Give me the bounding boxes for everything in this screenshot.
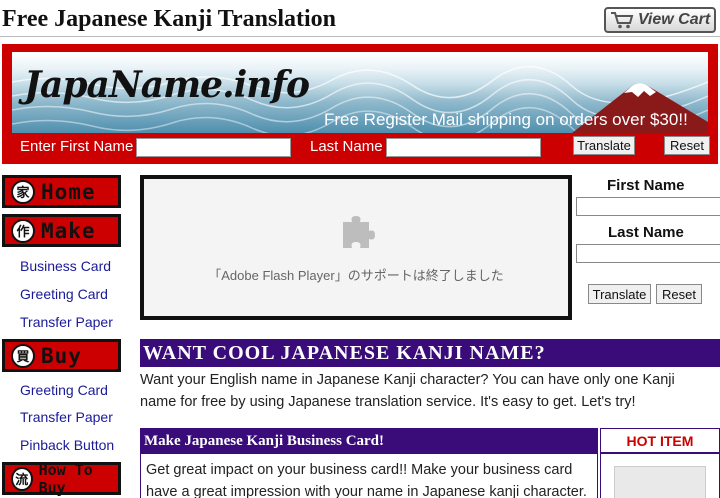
banner-translate-button[interactable]: Translate	[573, 136, 635, 155]
nav-home-label: Home	[41, 179, 96, 204]
want-kanji-description: Want your English name in Japanese Kanji…	[140, 369, 700, 413]
nav-link-make-transfer-paper[interactable]: Transfer Paper	[20, 314, 113, 330]
banner-first-name-input[interactable]	[136, 138, 291, 157]
nav-link-make-business-card[interactable]: Business Card	[20, 258, 111, 274]
page-title: Free Japanese Kanji Translation	[2, 6, 337, 32]
flash-plugin-placeholder: 「Adobe Flash Player」のサポートは終了しました	[140, 175, 572, 320]
nav-link-buy-transfer-paper[interactable]: Transfer Paper	[20, 409, 113, 425]
banner-last-name-label: Last Name	[310, 138, 383, 155]
side-first-name-label: First Name	[607, 177, 685, 194]
nav-link-make-greeting-card[interactable]: Greeting Card	[20, 286, 108, 302]
nav-buy-label: Buy	[41, 343, 82, 368]
business-card-heading[interactable]: Make Japanese Kanji Business Card!	[140, 428, 598, 454]
business-card-description: Get great impact on your business card!!…	[146, 459, 596, 498]
side-translate-button[interactable]: Translate	[588, 284, 651, 304]
banner-image: JapaName.info Free Register Mail shippin…	[12, 52, 708, 133]
flash-unsupported-message: 「Adobe Flash Player」のサポートは終了しました	[208, 268, 504, 283]
site-logo[interactable]: JapaName.info	[24, 64, 310, 106]
banner-first-name-label: Enter First Name	[20, 138, 134, 155]
nav-home-button[interactable]: 家 Home	[2, 175, 121, 208]
banner-reset-button[interactable]: Reset	[664, 136, 710, 155]
hot-item-thumbnail[interactable]	[614, 466, 706, 498]
want-line-2: name for free by using Japanese translat…	[140, 394, 636, 410]
side-last-name-input[interactable]	[576, 244, 720, 263]
side-last-name-label: Last Name	[608, 224, 684, 241]
view-cart-label: View Cart	[637, 11, 711, 28]
how-to-buy-kanji-icon: 流	[11, 466, 33, 491]
nav-buy-button[interactable]: 買 Buy	[2, 339, 121, 372]
nav-make-button[interactable]: 作 Make	[2, 214, 121, 247]
nav-link-buy-pinback-button[interactable]: Pinback Button	[20, 437, 114, 453]
nav-make-label: Make	[41, 218, 96, 243]
want-line-1: Want your English name in Japanese Kanji…	[140, 372, 675, 388]
promo-text: Free Register Mail shipping on orders ov…	[324, 110, 688, 129]
puzzle-piece-icon	[343, 216, 375, 248]
biz-line-2: have a great impression with your name i…	[146, 484, 587, 498]
nav-link-buy-greeting-card[interactable]: Greeting Card	[20, 382, 108, 398]
nav-how-to-buy-button[interactable]: 流 How To Buy	[2, 460, 121, 497]
side-first-name-input[interactable]	[576, 197, 720, 216]
side-reset-button[interactable]: Reset	[656, 284, 702, 304]
biz-line-1: Get great impact on your business card!!…	[146, 462, 573, 478]
banner-last-name-input[interactable]	[386, 138, 541, 157]
title-divider	[0, 36, 720, 37]
want-kanji-heading: WANT COOL JAPANESE KANJI NAME?	[140, 339, 720, 367]
nav-how-to-buy-label: How To Buy	[38, 460, 93, 497]
home-kanji-icon: 家	[11, 179, 35, 204]
buy-kanji-icon: 買	[11, 343, 35, 368]
view-cart-button[interactable]: View Cart	[604, 7, 716, 33]
make-kanji-icon: 作	[11, 218, 35, 243]
shopping-cart-icon	[610, 12, 634, 29]
hot-item-title: HOT ITEM	[600, 428, 720, 454]
